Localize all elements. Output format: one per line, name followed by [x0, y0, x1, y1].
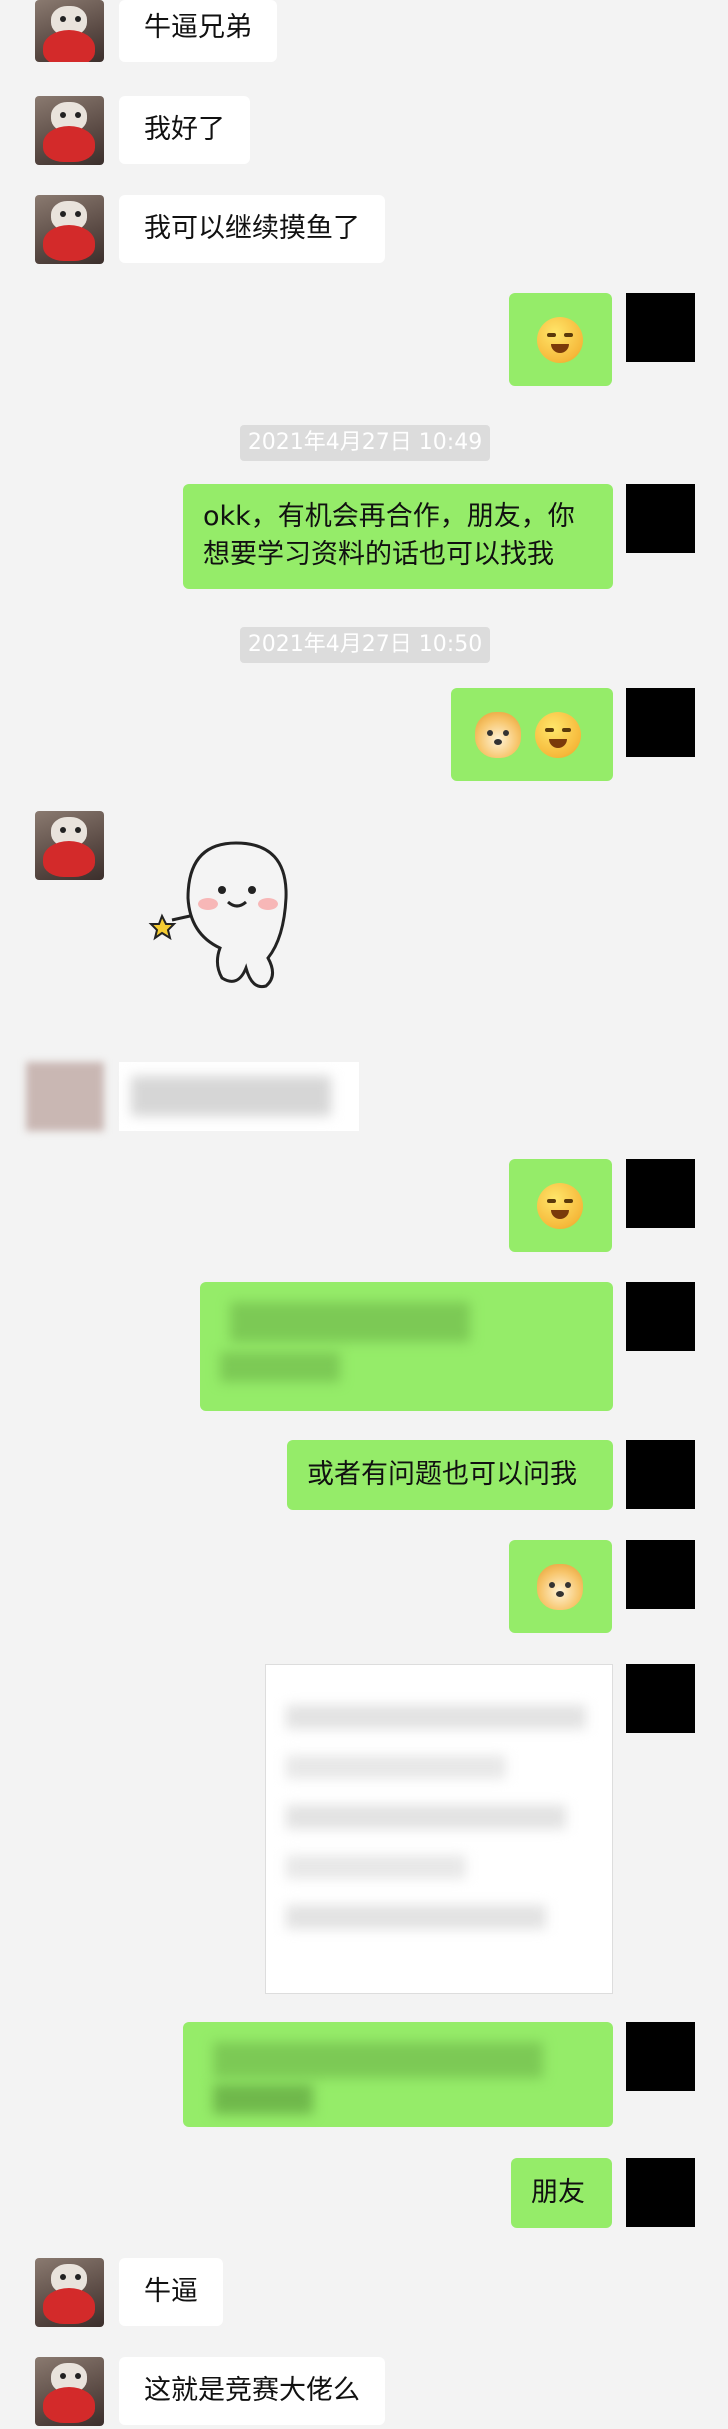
ghost-sticker-image — [148, 841, 288, 989]
self-avatar[interactable] — [626, 1282, 695, 1351]
sly-smile-emoji-icon — [537, 1183, 583, 1229]
timestamp: 2021年4月27日 10:50 — [240, 627, 490, 663]
message-text: 牛逼兄弟 — [144, 12, 252, 43]
sly-smile-emoji-icon — [535, 712, 581, 758]
message-bubble: okk，有机会再合作，朋友，你 想要学习资料的话也可以找我 — [183, 484, 613, 589]
contact-avatar[interactable] — [35, 2357, 104, 2426]
blurred-message-bubble — [119, 1062, 359, 1131]
self-avatar[interactable] — [626, 484, 695, 553]
message-bubble: 这就是竞赛大佬么 — [119, 2357, 385, 2425]
message-text: 牛逼 — [144, 2276, 198, 2307]
timestamp: 2021年4月27日 10:49 — [240, 425, 490, 461]
self-avatar[interactable] — [626, 2022, 695, 2091]
self-emoji-bubble — [509, 1540, 612, 1633]
doge-emoji-icon — [475, 712, 521, 758]
message-bubble: 朋友 — [511, 2158, 612, 2228]
blurred-message-bubble — [200, 1282, 613, 1411]
blurred-message-bubble — [183, 2022, 613, 2127]
contact-avatar[interactable] — [35, 811, 104, 880]
message-bubble: 或者有问题也可以问我 — [287, 1440, 613, 1510]
message-bubble: 牛逼 — [119, 2258, 223, 2326]
contact-avatar[interactable] — [35, 2258, 104, 2327]
self-avatar[interactable] — [626, 2158, 695, 2227]
self-avatar[interactable] — [626, 1440, 695, 1509]
self-avatar[interactable] — [626, 1540, 695, 1609]
self-emoji-bubble — [509, 1159, 612, 1252]
blurred-avatar — [26, 1062, 104, 1131]
message-text: 这就是竞赛大佬么 — [144, 2375, 360, 2406]
contact-avatar[interactable] — [35, 195, 104, 264]
self-avatar[interactable] — [626, 688, 695, 757]
message-bubble: 我可以继续摸鱼了 — [119, 195, 385, 263]
message-bubble: 牛逼兄弟 — [119, 0, 277, 62]
message-text: 或者有问题也可以问我 — [307, 1459, 577, 1490]
message-text-line: 想要学习资料的话也可以找我 — [203, 539, 554, 570]
contact-avatar[interactable] — [35, 0, 104, 62]
tears-of-joy-emoji-icon — [537, 317, 583, 363]
message-text: 我好了 — [144, 114, 225, 145]
message-bubble: 我好了 — [119, 96, 250, 164]
self-avatar[interactable] — [626, 1159, 695, 1228]
self-emoji-bubble — [509, 293, 612, 386]
message-text: 我可以继续摸鱼了 — [144, 213, 360, 244]
self-emoji-bubble — [451, 688, 613, 781]
self-avatar[interactable] — [626, 293, 695, 362]
blurred-image-message[interactable] — [265, 1664, 613, 1994]
contact-avatar[interactable] — [35, 96, 104, 165]
message-text: 朋友 — [531, 2177, 585, 2208]
doge-emoji-icon — [537, 1564, 583, 1610]
message-text-line: okk，有机会再合作，朋友，你 — [203, 501, 575, 532]
self-avatar[interactable] — [626, 1664, 695, 1733]
